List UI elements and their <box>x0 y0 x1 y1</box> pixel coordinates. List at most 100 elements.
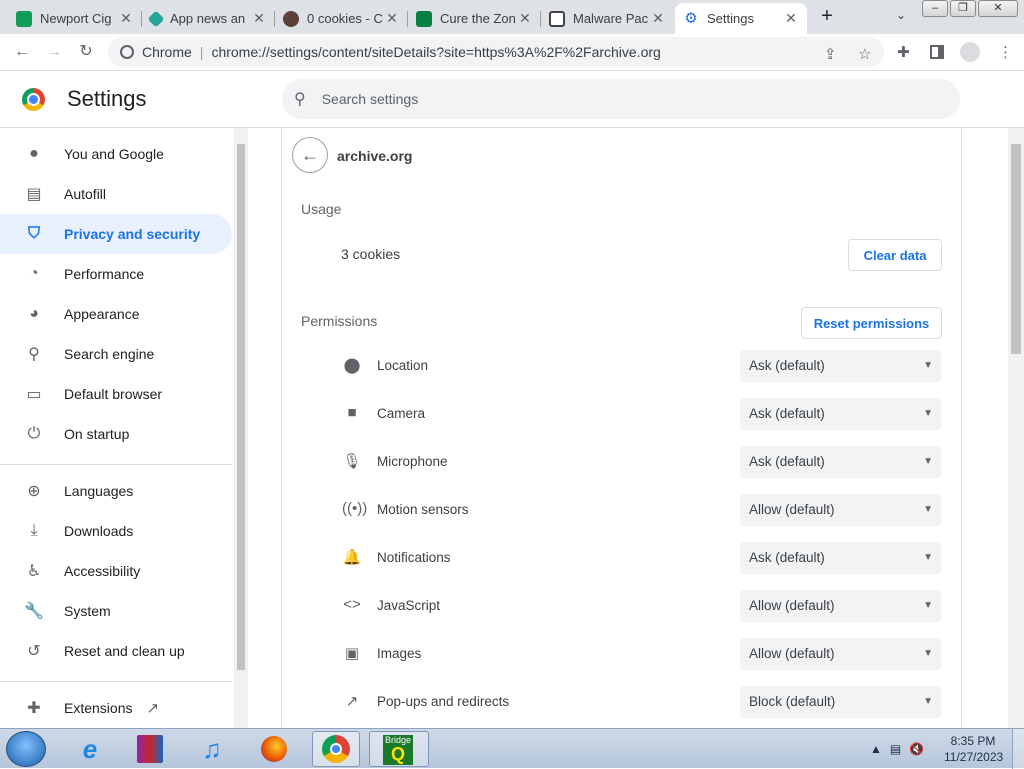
close-icon[interactable]: ✕ <box>118 10 134 27</box>
sensors-icon: ((•)) <box>342 500 368 517</box>
side-panel-icon[interactable] <box>930 45 944 59</box>
clear-data-button[interactable]: Clear data <box>848 239 942 271</box>
tab-2[interactable]: 0 cookies - C ✕ <box>275 3 408 34</box>
tab-favicon-icon <box>416 10 432 27</box>
sidebar-item-search-engine[interactable]: ⚲ Search engine <box>0 334 232 374</box>
sidebar-item-downloads[interactable]: ⤓ Downloads <box>0 511 232 551</box>
url-text[interactable]: chrome://settings/content/siteDetails?si… <box>211 44 660 60</box>
tab-favicon-icon <box>147 10 165 27</box>
sidebar-item-privacy-and-security[interactable]: ⛉ Privacy and security <box>0 214 232 254</box>
sidebar-scrollbar[interactable] <box>234 128 248 728</box>
firefox-icon[interactable] <box>250 731 298 767</box>
tab-title: Settings <box>707 11 754 26</box>
back-arrow-icon[interactable]: ← <box>12 42 32 62</box>
tab-3[interactable]: Cure the Zon ✕ <box>408 3 541 34</box>
share-icon[interactable]: ⇪ <box>824 45 837 63</box>
internet-explorer-icon[interactable]: e <box>66 731 114 767</box>
tab-4[interactable]: Malware Pac ✕ <box>541 3 674 34</box>
more-menu-icon[interactable]: ⋮ <box>998 43 1013 61</box>
sidebar-item-label: Privacy and security <box>64 226 201 242</box>
permission-select[interactable]: Allow (default) ▼ <box>740 590 941 622</box>
settings-header: Settings ⚲ Search settings <box>0 71 1024 128</box>
close-icon[interactable]: ✕ <box>517 10 533 27</box>
permission-select[interactable]: Ask (default) ▼ <box>740 398 941 430</box>
minimize-button[interactable]: – <box>922 0 948 17</box>
page-scrollbar[interactable] <box>1008 128 1024 728</box>
tab-settings[interactable]: ⚙ Settings ✕ <box>675 3 807 34</box>
network-icon[interactable]: ▤ <box>890 742 901 756</box>
sidebar-item-on-startup[interactable]: ⏻ On startup <box>0 414 232 454</box>
palette-icon: ◕ <box>29 305 39 322</box>
chrome-taskbar-icon[interactable] <box>312 731 360 767</box>
sidebar-item-appearance[interactable]: ◕ Appearance <box>0 294 232 334</box>
windows-taskbar: e ♫ Bridge Q ▲ ▤ 🔇 8:35 PM 11/27/2023 <box>0 728 1024 769</box>
tab-search-chevron-down-icon[interactable]: ⌄ <box>896 8 906 22</box>
sidebar-scrollbar-thumb[interactable] <box>237 144 245 670</box>
sidebar-item-performance[interactable]: ◔ Performance <box>0 254 232 294</box>
volume-muted-icon[interactable]: 🔇 <box>909 742 924 756</box>
dropdown-arrow-icon: ▼ <box>923 696 933 707</box>
reload-icon[interactable]: ↻ <box>76 42 96 62</box>
dropdown-arrow-icon: ▼ <box>923 648 933 659</box>
tab-1[interactable]: App news an ✕ <box>142 3 275 34</box>
itunes-icon[interactable]: ♫ <box>188 731 236 767</box>
new-tab-button[interactable]: + <box>816 6 838 28</box>
puzzle-icon: ✚ <box>27 700 41 717</box>
taskbar-clock[interactable]: 8:35 PM 11/27/2023 <box>944 733 1004 765</box>
dropdown-arrow-icon: ▼ <box>923 552 933 563</box>
system-tray: ▲ ▤ 🔇 <box>870 729 924 769</box>
sidebar-divider <box>0 681 232 682</box>
permission-select[interactable]: Ask (default) ▼ <box>740 350 941 382</box>
permission-row-javascript: <> JavaScript Allow (default) ▼ <box>282 586 963 626</box>
tab-title: App news an <box>170 11 246 26</box>
permission-select[interactable]: Allow (default) ▼ <box>740 494 941 526</box>
profile-avatar[interactable] <box>960 42 980 62</box>
sidebar-item-you-and-google[interactable]: ● You and Google <box>0 134 232 174</box>
star-icon[interactable]: ☆ <box>858 45 871 63</box>
show-desktop-button[interactable] <box>1012 729 1024 769</box>
sidebar-item-default-browser[interactable]: ▭ Default browser <box>0 374 232 414</box>
winrar-icon[interactable] <box>126 731 174 767</box>
page-scrollbar-thumb[interactable] <box>1011 144 1021 354</box>
close-window-button[interactable]: ✕ <box>978 0 1018 17</box>
puzzle-icon[interactable]: ✚ <box>897 43 910 61</box>
sidebar-item-accessibility[interactable]: ♿ Accessibility <box>0 551 232 591</box>
permission-select[interactable]: Block (default) ▼ <box>740 686 941 718</box>
address-bar[interactable]: Chrome | chrome://settings/content/siteD… <box>108 37 884 67</box>
reset-permissions-button[interactable]: Reset permissions <box>801 307 942 339</box>
close-icon[interactable]: ✕ <box>650 10 666 27</box>
restore-button[interactable]: ❐ <box>950 0 976 17</box>
sidebar-divider <box>0 464 232 465</box>
close-icon[interactable]: ✕ <box>384 10 400 27</box>
sidebar-item-label: Search engine <box>64 346 155 362</box>
permission-select[interactable]: Allow (default) ▼ <box>740 638 941 670</box>
bridge-app-icon[interactable]: Bridge Q <box>369 731 429 767</box>
close-icon[interactable]: ✕ <box>251 10 267 27</box>
permission-row-notifications: 🔔 Notifications Ask (default) ▼ <box>282 538 963 578</box>
sidebar-item-system[interactable]: 🔧 System <box>0 591 232 631</box>
tab-0[interactable]: Newport Cig ✕ <box>8 3 142 34</box>
usage-heading: Usage <box>301 201 342 217</box>
back-button[interactable]: ← <box>292 137 328 173</box>
chrome-icon <box>120 45 134 59</box>
close-icon[interactable]: ✕ <box>783 10 799 27</box>
permission-label: JavaScript <box>377 598 441 613</box>
permission-select[interactable]: Ask (default) ▼ <box>740 542 941 574</box>
sidebar-item-label: Performance <box>64 266 145 282</box>
dropdown-arrow-icon: ▼ <box>923 600 933 611</box>
show-hidden-icons-chevron-up-icon[interactable]: ▲ <box>870 742 882 756</box>
sidebar-item-autofill[interactable]: ▤ Autofill <box>0 174 232 214</box>
permission-select[interactable]: Ask (default) ▼ <box>740 446 941 478</box>
sidebar-item-label: Accessibility <box>64 563 141 579</box>
windows-start-icon[interactable] <box>6 731 46 767</box>
sidebar-item-reset-and-clean-up[interactable]: ↺ Reset and clean up <box>0 631 232 671</box>
forward-arrow-icon[interactable]: → <box>44 42 64 62</box>
sidebar-item-languages[interactable]: ⊕ Languages <box>0 471 232 511</box>
cookies-count: 3 cookies <box>341 246 401 262</box>
clock-date: 11/27/2023 <box>944 750 1004 764</box>
search-settings-input[interactable]: ⚲ Search settings <box>282 79 960 119</box>
permission-value: Allow (default) <box>749 598 835 613</box>
sidebar-item-extensions[interactable]: ✚ Extensions ↗ <box>0 688 232 728</box>
tab-favicon-icon <box>549 10 565 27</box>
permission-row-motion-sensors: ((•)) Motion sensors Allow (default) ▼ <box>282 490 963 530</box>
